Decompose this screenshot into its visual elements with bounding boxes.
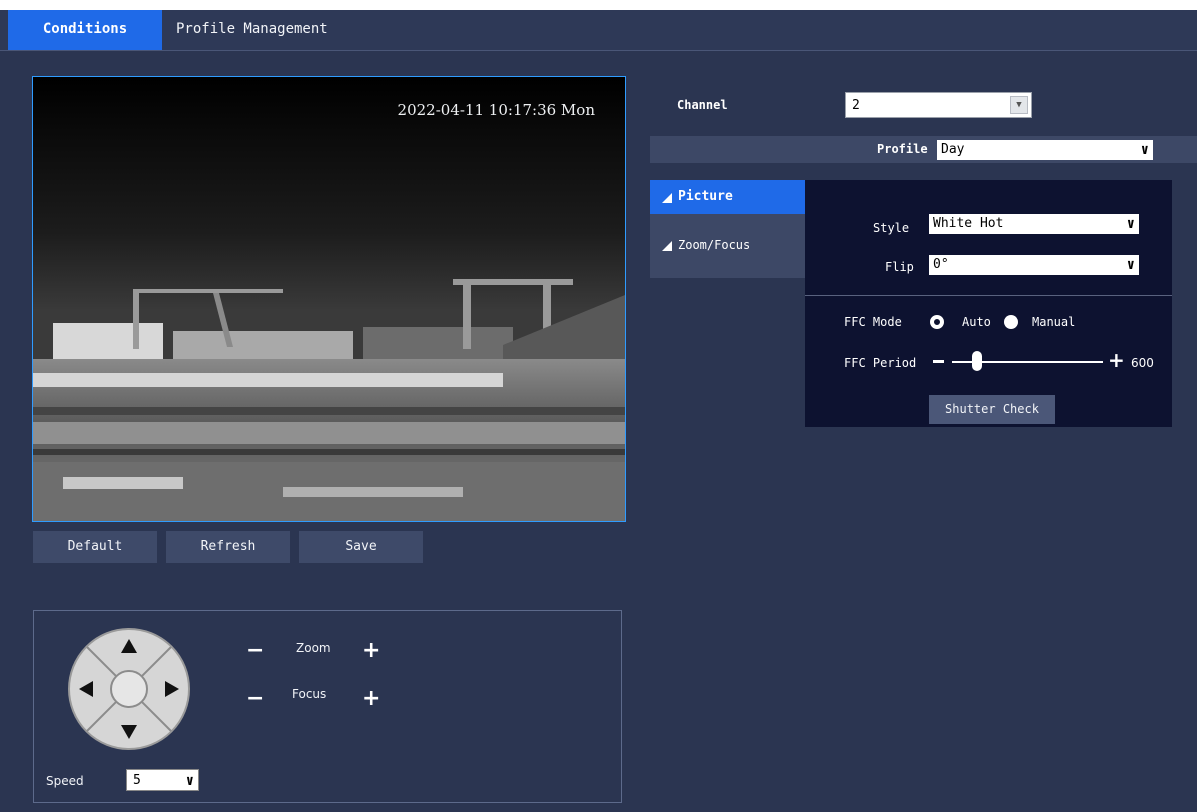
flip-label: Flip — [885, 260, 914, 274]
nav-item-label: Zoom/Focus — [678, 238, 751, 252]
ffc-period-increase-button[interactable]: + — [1108, 350, 1125, 370]
channel-select[interactable]: 2 ▼ — [845, 92, 1032, 118]
dropdown-arrow-icon: ▼ — [1010, 96, 1028, 114]
ffc-mode-auto-radio[interactable] — [930, 315, 944, 329]
triangle-icon — [662, 193, 672, 203]
direction-pad — [68, 628, 190, 750]
ffc-mode-auto-label: Auto — [962, 315, 991, 329]
ffc-mode-label: FFC Mode — [844, 315, 902, 329]
divider — [805, 295, 1172, 296]
chevron-down-icon: ∨ — [1126, 216, 1135, 232]
nav-item-picture[interactable]: Picture — [650, 180, 805, 214]
tab-profile-management[interactable]: Profile Management — [176, 10, 396, 50]
profile-select[interactable]: Day ∨ — [937, 140, 1153, 160]
zoom-in-button[interactable]: + — [362, 640, 380, 662]
style-select[interactable]: White Hot ∨ — [929, 214, 1139, 234]
nav-item-zoom-focus[interactable]: Zoom/Focus — [650, 228, 805, 262]
tab-bar: Conditions Profile Management — [0, 10, 1197, 51]
ffc-period-value: 600 — [1131, 356, 1154, 370]
video-timestamp: 2022-04-11 10:17:36 Mon — [397, 101, 595, 119]
zoom-out-button[interactable]: − — [246, 640, 264, 662]
ffc-period-decrease-button[interactable] — [933, 360, 944, 363]
speed-select[interactable]: 5 ∨ — [126, 769, 199, 791]
ffc-period-slider-thumb[interactable] — [972, 351, 982, 371]
chevron-down-icon: ∨ — [1126, 257, 1135, 273]
channel-label: Channel — [677, 98, 728, 112]
focus-far-button[interactable]: + — [362, 688, 380, 710]
video-preview: 2022-04-11 10:17:36 Mon — [32, 76, 626, 522]
refresh-button[interactable]: Refresh — [166, 531, 290, 563]
app-window: Conditions Profile Management 2022-04-11… — [0, 10, 1197, 812]
dpad-center-button[interactable] — [110, 670, 148, 708]
focus-label: Focus — [292, 687, 327, 701]
style-value: White Hot — [933, 216, 1004, 231]
ffc-mode-manual-radio[interactable] — [1004, 315, 1018, 329]
ffc-mode-manual-label: Manual — [1032, 315, 1076, 329]
triangle-icon — [662, 241, 672, 251]
flip-value: 0° — [933, 257, 949, 272]
flip-select[interactable]: 0° ∨ — [929, 255, 1139, 275]
settings-sidenav: Picture Zoom/Focus — [650, 180, 805, 278]
default-button[interactable]: Default — [33, 531, 157, 563]
shutter-check-button[interactable]: Shutter Check — [929, 395, 1055, 424]
ffc-period-label: FFC Period — [844, 356, 917, 370]
thermal-image — [33, 77, 625, 521]
profile-label: Profile — [877, 142, 928, 156]
chevron-down-icon: ∨ — [185, 773, 194, 789]
style-label: Style — [873, 221, 910, 235]
speed-label: Speed — [46, 774, 84, 788]
chevron-down-icon: ∨ — [1140, 142, 1149, 158]
speed-value: 5 — [133, 773, 141, 788]
tab-conditions[interactable]: Conditions — [8, 10, 162, 50]
ptz-panel: − Zoom + − Focus + Speed 5 ∨ — [33, 610, 622, 803]
profile-value: Day — [941, 142, 965, 157]
save-button[interactable]: Save — [299, 531, 423, 563]
zoom-label: Zoom — [296, 641, 331, 655]
channel-value: 2 — [852, 98, 860, 113]
nav-item-label: Picture — [678, 189, 733, 204]
focus-near-button[interactable]: − — [246, 688, 264, 710]
